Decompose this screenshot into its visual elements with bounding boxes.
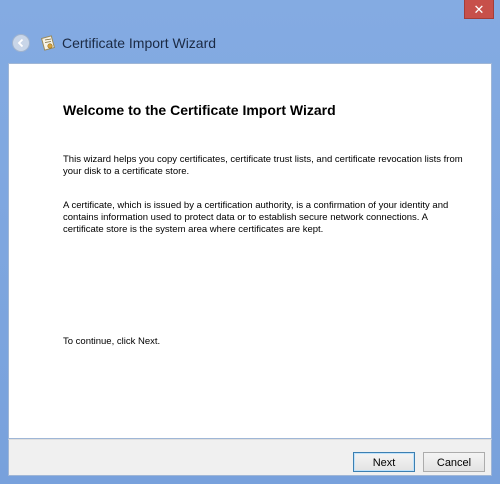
intro-paragraph: This wizard helps you copy certificates,…	[63, 154, 463, 177]
continue-instruction: To continue, click Next.	[63, 336, 161, 347]
back-button[interactable]	[12, 34, 30, 52]
page-title: Welcome to the Certificate Import Wizard	[63, 102, 336, 118]
certificate-icon	[41, 35, 55, 51]
wizard-footer: Next Cancel	[8, 439, 492, 476]
close-icon: ✕	[473, 2, 485, 17]
wizard-header: Certificate Import Wizard	[8, 28, 492, 58]
certificate-description-paragraph: A certificate, which is issued by a cert…	[63, 200, 449, 235]
back-arrow-icon	[17, 38, 24, 48]
next-button[interactable]: Next	[353, 452, 415, 472]
wizard-title: Certificate Import Wizard	[62, 35, 217, 51]
cancel-button[interactable]: Cancel	[423, 452, 485, 472]
wizard-window: ✕ Certificate Import Wizard Welcome to t…	[0, 0, 500, 484]
close-button[interactable]: ✕	[464, 0, 494, 19]
wizard-content-panel: Welcome to the Certificate Import Wizard…	[8, 63, 492, 439]
